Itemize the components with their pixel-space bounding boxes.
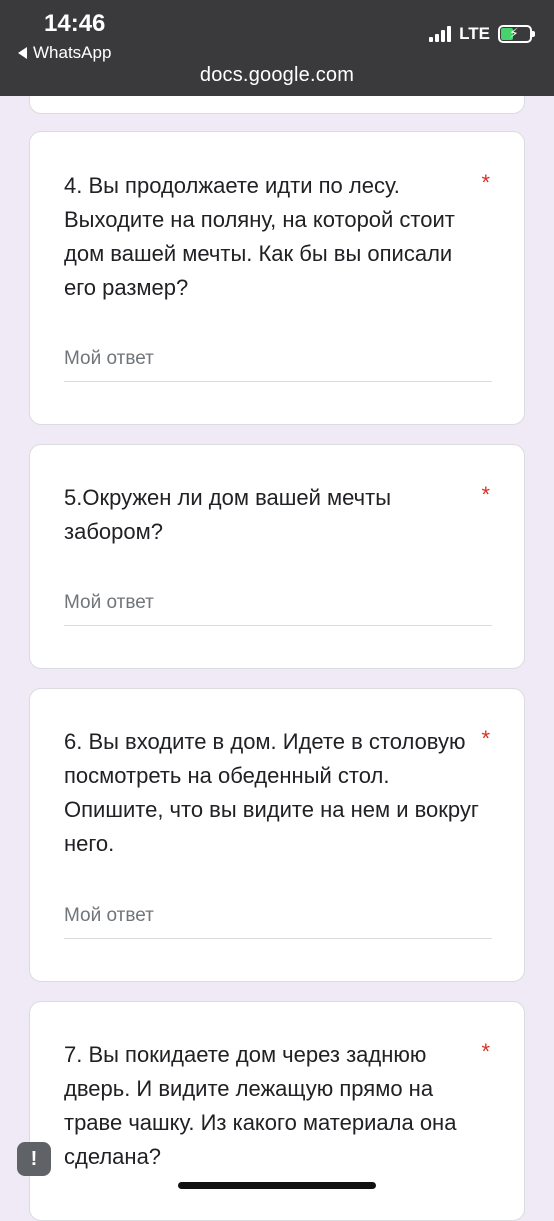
question-text: 7. Вы покидаете дом через заднюю дверь. … <box>64 1042 457 1169</box>
charging-icon: ⚡ <box>509 25 519 41</box>
home-indicator[interactable] <box>178 1182 376 1189</box>
back-app-label: WhatsApp <box>33 43 112 62</box>
signal-icon <box>429 26 452 42</box>
required-asterisk: * <box>481 1039 490 1064</box>
answer-input[interactable]: Мой ответ <box>64 905 492 939</box>
question-text: 5.Окружен ли дом вашей мечты забором? <box>64 485 392 544</box>
network-type: LTE <box>459 24 490 43</box>
required-asterisk: * <box>481 482 490 507</box>
browser-header: 14:46 WhatsApp LTE ⚡ docs.google.com <box>0 0 554 96</box>
answer-input[interactable]: Мой ответ <box>64 348 492 382</box>
question-card-6: 6. Вы входите в дом. Идете в столовую по… <box>29 688 525 982</box>
answer-input[interactable]: Мой ответ <box>64 592 492 626</box>
required-asterisk: * <box>481 726 490 751</box>
required-asterisk: * <box>481 170 490 195</box>
question-text: 4. Вы продолжаете идти по лесу. Выходите… <box>64 173 455 300</box>
battery-icon: ⚡ <box>498 25 535 43</box>
question-card-5: 5.Окружен ли дом вашей мечты забором? * … <box>29 444 525 669</box>
status-indicators: LTE ⚡ <box>429 24 535 44</box>
question-text: 6. Вы входите в дом. Идете в столовую по… <box>64 729 479 856</box>
feedback-icon[interactable]: ! <box>17 1142 51 1176</box>
address-bar[interactable]: docs.google.com <box>0 64 554 87</box>
question-card-4: 4. Вы продолжаете идти по лесу. Выходите… <box>29 131 525 425</box>
status-time: 14:46 <box>44 10 106 37</box>
back-to-app-button[interactable]: WhatsApp <box>18 43 111 63</box>
back-arrow-icon <box>18 47 27 59</box>
